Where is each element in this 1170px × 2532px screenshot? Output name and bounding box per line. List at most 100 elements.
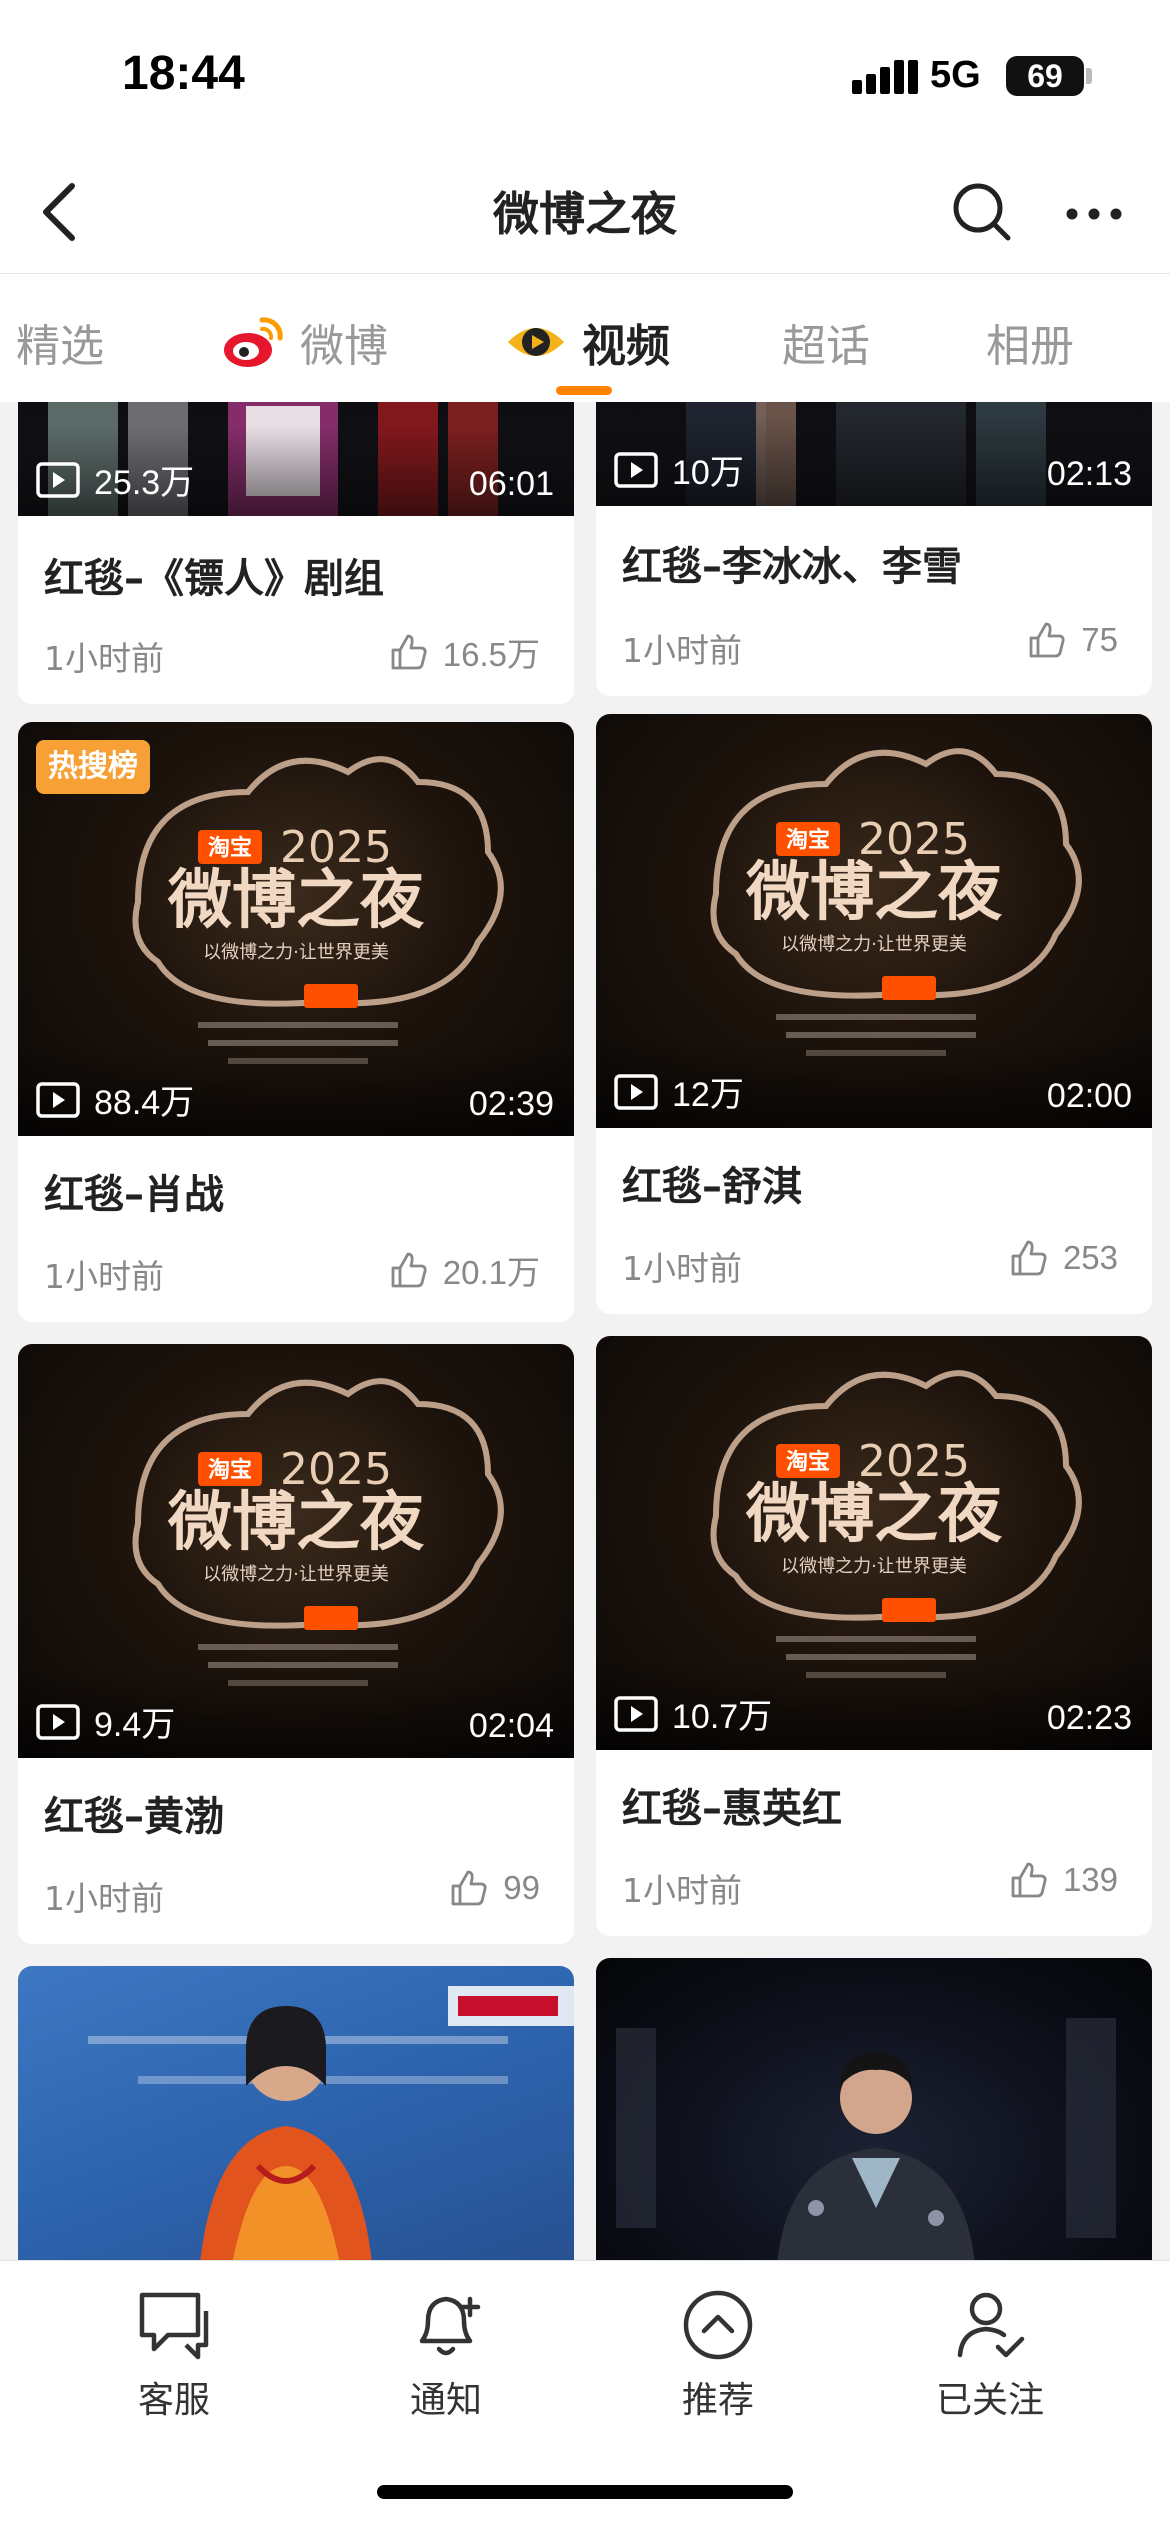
video-thumbnail[interactable]: 淘宝 2025 微博之夜 以微博之力·让世界更美 10.7万 02:23 xyxy=(596,1336,1152,1750)
battery-icon: 69 xyxy=(1006,56,1084,96)
tab-label: 精选 xyxy=(16,321,104,372)
status-bar: 18:44 5G 69 xyxy=(0,0,1170,150)
user-check-icon xyxy=(957,2292,1025,2358)
like-count: 16.5万 xyxy=(442,636,540,673)
logo-name-text: 微博之夜 xyxy=(167,1486,425,1560)
video-card[interactable]: 淘宝 2025 微博之夜 以微博之力·让世界更美 9.4万 02:04 红毯–黄… xyxy=(18,1344,574,1944)
video-card[interactable] xyxy=(18,1966,574,2260)
like-button[interactable]: 20.1万 xyxy=(389,1246,540,1294)
like-button[interactable]: 16.5万 xyxy=(389,628,540,676)
like-button[interactable]: 75 xyxy=(1027,620,1118,660)
video-duration: 02:39 xyxy=(468,1085,554,1123)
video-thumbnail[interactable]: 淘宝 2025 微博之夜 以微博之力·让世界更美 热搜榜 88.4万 02:39 xyxy=(18,722,574,1136)
video-title[interactable]: 红毯–黄渤 xyxy=(44,1784,224,1842)
post-time: 1小时前 xyxy=(44,639,164,678)
bottom-label: 已关注 xyxy=(935,2380,1044,2421)
video-thumbnail[interactable] xyxy=(18,1966,574,2260)
home-indicator[interactable] xyxy=(377,2485,793,2499)
stage-person-image xyxy=(616,2018,1116,2260)
thumbs-up-icon xyxy=(1011,1240,1047,1276)
play-count: 12万 xyxy=(614,1067,744,1116)
battery-cap xyxy=(1086,68,1092,84)
tab-label: 超话 xyxy=(782,321,870,372)
tab-label: 微博 xyxy=(300,321,388,372)
post-time: 1小时前 xyxy=(622,1249,742,1288)
video-card[interactable]: 10万 02:13 红毯–李冰冰、李雪 1小时前 75 xyxy=(596,402,1152,696)
thumbs-up-icon xyxy=(451,1870,487,1906)
nav-header: 微博之夜 xyxy=(0,150,1170,274)
play-count-value: 88.4万 xyxy=(94,1084,195,1122)
video-card[interactable]: 淘宝 2025 微博之夜 以微博之力·让世界更美 12万 02:00 红毯–舒淇… xyxy=(596,714,1152,1314)
video-card[interactable] xyxy=(596,1958,1152,2260)
video-thumbnail[interactable]: 25.3万 06:01 xyxy=(18,402,574,516)
video-title[interactable]: 红毯–李冰冰、李雪 xyxy=(622,534,962,592)
tab-featured[interactable]: 精选 xyxy=(16,312,104,372)
logo-brand-text: 淘宝 xyxy=(208,835,252,861)
logo-name-text: 微博之夜 xyxy=(745,1478,1003,1552)
video-logo-icon xyxy=(508,328,564,356)
video-title[interactable]: 红毯–舒淇 xyxy=(622,1154,802,1212)
video-card[interactable]: 淘宝 2025 微博之夜 以微博之力·让世界更美 热搜榜 88.4万 02:39… xyxy=(18,722,574,1322)
video-feed[interactable]: 25.3万 06:01 红毯–《镖人》剧组 1小时前 16.5万 10万 02:… xyxy=(0,402,1170,2260)
more-icon[interactable] xyxy=(1056,174,1132,250)
tab-topics[interactable]: 超话 xyxy=(782,312,870,372)
signal-icon xyxy=(852,60,918,94)
followed-button[interactable]: 已关注 xyxy=(890,2285,1090,2423)
play-count-value: 9.4万 xyxy=(94,1706,176,1744)
video-title[interactable]: 红毯–肖战 xyxy=(44,1162,224,1220)
like-button[interactable]: 253 xyxy=(1009,1238,1118,1278)
play-icon xyxy=(36,1703,80,1740)
play-count-value: 12万 xyxy=(672,1076,744,1114)
thumbs-up-icon xyxy=(1029,622,1065,658)
post-time: 1小时前 xyxy=(622,631,742,670)
like-button[interactable]: 99 xyxy=(449,1868,540,1908)
video-duration: 06:01 xyxy=(468,465,554,503)
notification-button[interactable]: 通知 xyxy=(346,2285,546,2423)
play-icon xyxy=(36,1081,80,1118)
play-icon xyxy=(614,1695,658,1732)
like-count: 139 xyxy=(1062,1861,1118,1898)
video-thumbnail[interactable]: 10万 02:13 xyxy=(596,402,1152,506)
tab-video[interactable]: 视频 xyxy=(504,312,670,372)
like-button[interactable]: 139 xyxy=(1009,1860,1118,1900)
tab-album[interactable]: 相册 xyxy=(986,312,1074,372)
bottom-bar: 客服 通知 推荐 已关注 xyxy=(0,2260,1170,2532)
recommend-button[interactable]: 推荐 xyxy=(618,2285,818,2423)
customer-service-button[interactable]: 客服 xyxy=(74,2285,274,2423)
active-tab-indicator xyxy=(556,386,612,395)
thumbs-up-icon xyxy=(1011,1862,1047,1898)
post-time: 1小时前 xyxy=(44,1257,164,1296)
bottom-label: 推荐 xyxy=(681,2380,754,2421)
video-card[interactable]: 25.3万 06:01 红毯–《镖人》剧组 1小时前 16.5万 xyxy=(18,402,574,704)
logo-brand-text: 淘宝 xyxy=(786,1449,830,1475)
logo-name-text: 微博之夜 xyxy=(745,856,1003,930)
video-duration: 02:00 xyxy=(1046,1077,1132,1115)
chevron-up-circle-icon xyxy=(683,2290,753,2360)
play-icon xyxy=(614,1073,658,1110)
video-thumbnail[interactable] xyxy=(596,1958,1152,2260)
video-title[interactable]: 红毯–惠英红 xyxy=(622,1776,842,1834)
play-count-value: 10.7万 xyxy=(672,1698,773,1736)
video-duration: 02:23 xyxy=(1046,1699,1132,1737)
play-count-value: 25.3万 xyxy=(94,464,195,502)
tab-weibo[interactable]: 微博 xyxy=(222,312,388,372)
search-icon[interactable] xyxy=(944,174,1020,250)
logo-name-text: 微博之夜 xyxy=(167,864,425,938)
video-thumbnail[interactable]: 淘宝 2025 微博之夜 以微博之力·让世界更美 9.4万 02:04 xyxy=(18,1344,574,1758)
logo-slogan-text: 以微博之力·让世界更美 xyxy=(781,1556,967,1577)
video-duration: 02:13 xyxy=(1046,455,1132,493)
video-title[interactable]: 红毯–《镖人》剧组 xyxy=(44,546,384,604)
thumbs-up-icon xyxy=(391,1252,427,1288)
bottom-label: 客服 xyxy=(137,2380,210,2421)
logo-brand-text: 淘宝 xyxy=(786,827,830,853)
like-count: 253 xyxy=(1062,1239,1118,1276)
logo-slogan-text: 以微博之力·让世界更美 xyxy=(203,942,389,963)
video-duration: 02:04 xyxy=(468,1707,554,1745)
weibo-logo-icon xyxy=(224,317,283,367)
play-icon xyxy=(614,451,658,488)
video-card[interactable]: 淘宝 2025 微博之夜 以微博之力·让世界更美 10.7万 02:23 红毯–… xyxy=(596,1336,1152,1936)
video-thumbnail[interactable]: 淘宝 2025 微博之夜 以微博之力·让世界更美 12万 02:00 xyxy=(596,714,1152,1128)
like-count: 20.1万 xyxy=(442,1254,540,1291)
like-count: 99 xyxy=(503,1869,540,1906)
play-count: 9.4万 xyxy=(36,1697,175,1746)
